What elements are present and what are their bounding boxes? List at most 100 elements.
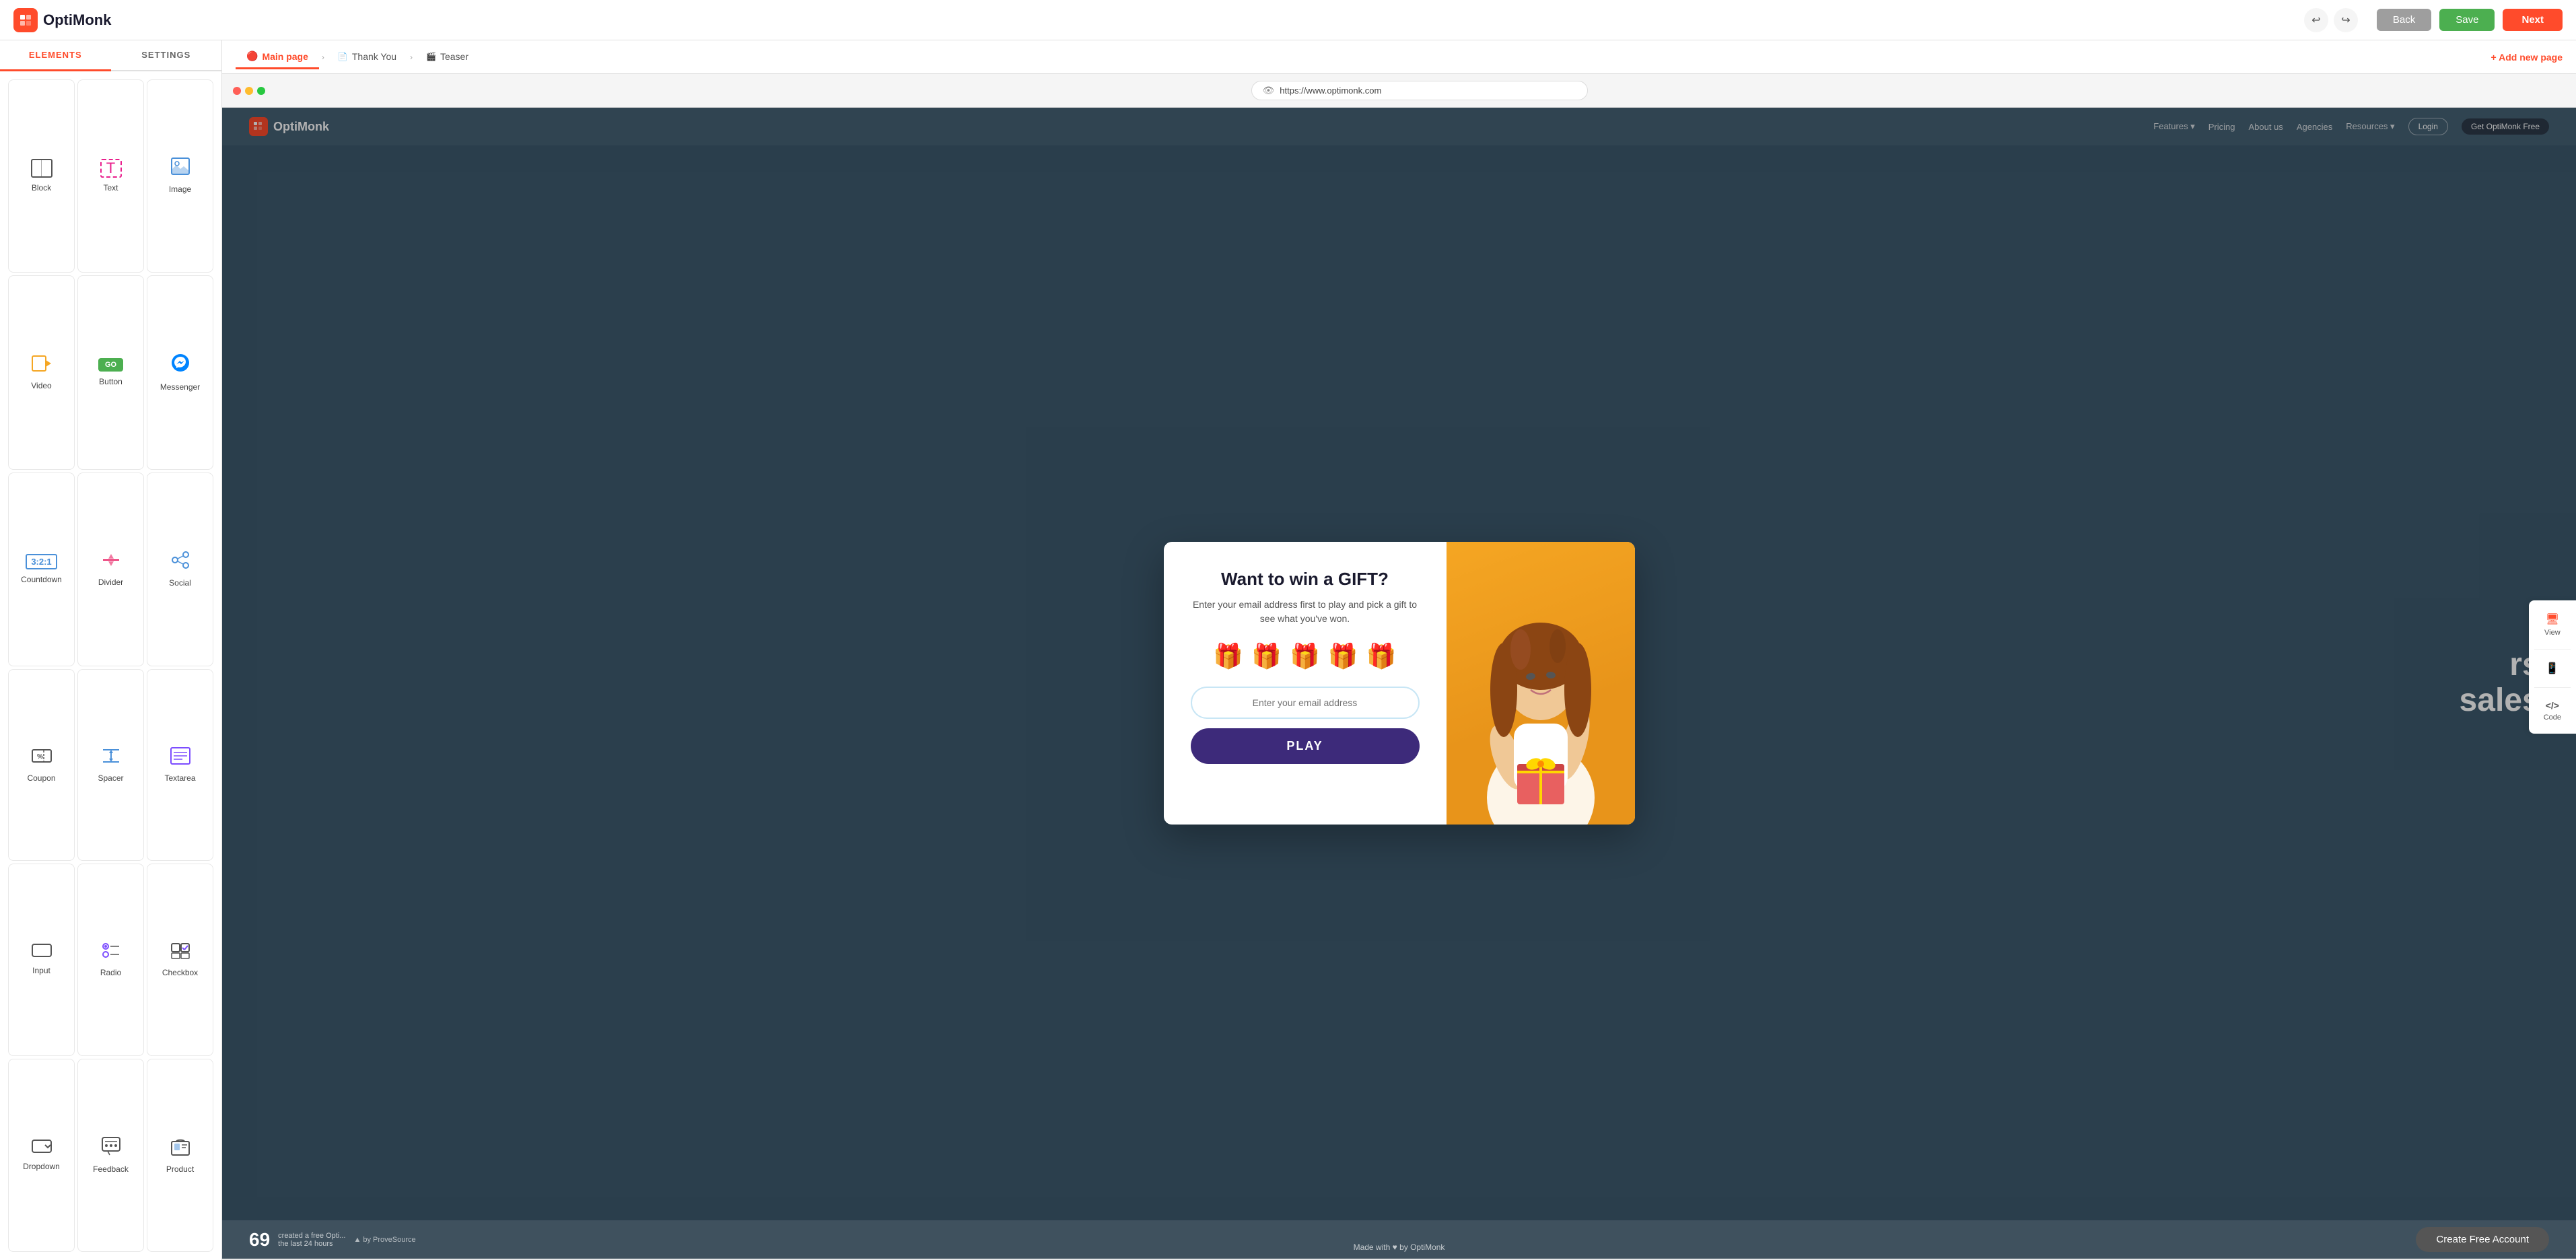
top-bar: OptiMonk ↩ ↪ Back Save Next bbox=[0, 0, 2576, 40]
element-spacer-label: Spacer bbox=[98, 773, 123, 783]
input-icon bbox=[32, 944, 52, 960]
next-button[interactable]: Next bbox=[2503, 9, 2563, 31]
popup-right bbox=[1447, 542, 1635, 825]
desktop-icon: 🖥 bbox=[2546, 612, 2559, 626]
undo-redo: ↩ ↪ bbox=[2304, 8, 2358, 32]
element-video[interactable]: Video bbox=[8, 275, 75, 470]
email-input[interactable] bbox=[1191, 687, 1420, 719]
tab-settings[interactable]: SETTINGS bbox=[111, 40, 222, 70]
popup-title: Want to win a GIFT? bbox=[1221, 569, 1389, 590]
main-page-label: Main page bbox=[262, 51, 308, 62]
element-input[interactable]: Input bbox=[8, 864, 75, 1056]
element-button-label: Button bbox=[99, 377, 123, 386]
back-button[interactable]: Back bbox=[2377, 9, 2431, 31]
main-layout: ELEMENTS SETTINGS Block T Text Image bbox=[0, 40, 2576, 1260]
stats-area: 69 created a free Opti...the last 24 hou… bbox=[249, 1229, 416, 1251]
mobile-icon: 📱 bbox=[2546, 662, 2559, 675]
element-feedback-label: Feedback bbox=[93, 1164, 129, 1174]
feedback-icon bbox=[102, 1137, 120, 1159]
chevron-1: › bbox=[322, 53, 324, 62]
popup-overlay: ✕ Want to win a GIFT? Enter your email a… bbox=[222, 108, 2576, 1259]
text-icon: T bbox=[100, 159, 122, 178]
messenger-icon bbox=[171, 353, 190, 377]
code-icon: </> bbox=[2546, 700, 2559, 711]
element-text[interactable]: T Text bbox=[77, 79, 144, 273]
website-bottom-bar: 69 created a free Opti...the last 24 hou… bbox=[222, 1220, 2576, 1259]
element-social[interactable]: Social bbox=[147, 473, 213, 666]
page-tabs: 🔴 Main page › 📄 Thank You › 🎬 Teaser + A… bbox=[222, 40, 2576, 74]
right-content: 🔴 Main page › 📄 Thank You › 🎬 Teaser + A… bbox=[222, 40, 2576, 1260]
website-background: OptiMonk Features ▾ Pricing About us Age… bbox=[222, 108, 2576, 1259]
stat-number: 69 bbox=[249, 1229, 270, 1251]
panel-tabs: ELEMENTS SETTINGS bbox=[0, 40, 221, 71]
logo: OptiMonk bbox=[13, 8, 111, 32]
element-countdown[interactable]: 3:2:1 Countdown bbox=[8, 473, 75, 666]
tab-teaser[interactable]: 🎬 Teaser bbox=[415, 46, 479, 69]
woman-illustration bbox=[1453, 542, 1628, 825]
page-tabs-left: 🔴 Main page › 📄 Thank You › 🎬 Teaser bbox=[236, 45, 479, 69]
element-block[interactable]: Block bbox=[8, 79, 75, 273]
element-dropdown[interactable]: Dropdown bbox=[8, 1059, 75, 1253]
element-textarea[interactable]: Textarea bbox=[147, 669, 213, 862]
top-actions: ↩ ↪ Back Save Next bbox=[2304, 8, 2563, 32]
view-desktop-button[interactable]: 🖥 View bbox=[2534, 606, 2571, 643]
gift-5: 🎁 bbox=[1366, 642, 1397, 670]
canvas-area: 👁 https://www.optimonk.com OptiMonk Feat… bbox=[222, 74, 2576, 1260]
thank-you-label: Thank You bbox=[352, 51, 396, 62]
undo-button[interactable]: ↩ bbox=[2304, 8, 2328, 32]
element-checkbox[interactable]: Checkbox bbox=[147, 864, 213, 1056]
popup-left: Want to win a GIFT? Enter your email add… bbox=[1164, 542, 1447, 825]
checkbox-icon bbox=[171, 942, 190, 963]
element-product[interactable]: Product bbox=[147, 1059, 213, 1253]
element-messenger[interactable]: Messenger bbox=[147, 275, 213, 470]
element-radio[interactable]: Radio bbox=[77, 864, 144, 1056]
element-coupon[interactable]: % Coupon bbox=[8, 669, 75, 862]
gift-1: 🎁 bbox=[1213, 642, 1243, 670]
popup: ✕ Want to win a GIFT? Enter your email a… bbox=[1164, 542, 1635, 825]
save-button[interactable]: Save bbox=[2439, 9, 2495, 31]
chevron-2: › bbox=[410, 53, 413, 62]
element-image[interactable]: Image bbox=[147, 79, 213, 273]
browser-dots bbox=[233, 87, 265, 95]
element-block-label: Block bbox=[32, 183, 51, 193]
spacer-icon bbox=[102, 747, 120, 768]
svg-text:%: % bbox=[37, 753, 43, 761]
redo-button[interactable]: ↪ bbox=[2334, 8, 2358, 32]
browser-url-bar[interactable]: 👁 https://www.optimonk.com bbox=[1251, 81, 1588, 100]
divider-icon bbox=[102, 551, 120, 572]
teaser-icon: 🎬 bbox=[426, 52, 436, 61]
dot-minimize bbox=[245, 87, 253, 95]
element-button[interactable]: GO Button bbox=[77, 275, 144, 470]
browser-bar: 👁 https://www.optimonk.com bbox=[222, 74, 2576, 108]
popup-subtitle: Enter your email address first to play a… bbox=[1191, 598, 1420, 626]
view-divider bbox=[2534, 649, 2571, 650]
element-spacer[interactable]: Spacer bbox=[77, 669, 144, 862]
element-divider[interactable]: Divider bbox=[77, 473, 144, 666]
element-feedback[interactable]: Feedback bbox=[77, 1059, 144, 1253]
product-icon bbox=[171, 1137, 190, 1159]
create-account-button[interactable]: Create Free Account bbox=[2416, 1227, 2549, 1252]
eye-icon: 👁 bbox=[1263, 85, 1275, 96]
element-video-label: Video bbox=[31, 381, 51, 390]
play-button[interactable]: PLAY bbox=[1191, 728, 1420, 764]
tab-elements[interactable]: ELEMENTS bbox=[0, 40, 111, 71]
tab-main-page[interactable]: 🔴 Main page bbox=[236, 45, 319, 69]
view-label: View bbox=[2544, 629, 2561, 637]
element-dropdown-label: Dropdown bbox=[23, 1162, 60, 1171]
element-radio-label: Radio bbox=[100, 968, 121, 977]
view-code-button[interactable]: </> Code bbox=[2534, 693, 2571, 728]
element-coupon-label: Coupon bbox=[27, 773, 55, 783]
logo-text: OptiMonk bbox=[43, 11, 111, 29]
view-mobile-button[interactable]: 📱 bbox=[2534, 655, 2571, 682]
element-input-label: Input bbox=[32, 966, 50, 975]
add-page-button[interactable]: + Add new page bbox=[2491, 52, 2563, 63]
gift-3: 🎁 bbox=[1290, 642, 1320, 670]
element-messenger-label: Messenger bbox=[160, 382, 200, 392]
view-divider-2 bbox=[2534, 687, 2571, 688]
textarea-icon bbox=[170, 747, 190, 768]
radio-icon bbox=[102, 942, 120, 963]
code-label: Code bbox=[2544, 713, 2561, 722]
stat-source: ▲ by ProveSource bbox=[353, 1236, 415, 1244]
image-icon bbox=[171, 158, 190, 179]
tab-thank-you[interactable]: 📄 Thank You bbox=[327, 46, 407, 69]
